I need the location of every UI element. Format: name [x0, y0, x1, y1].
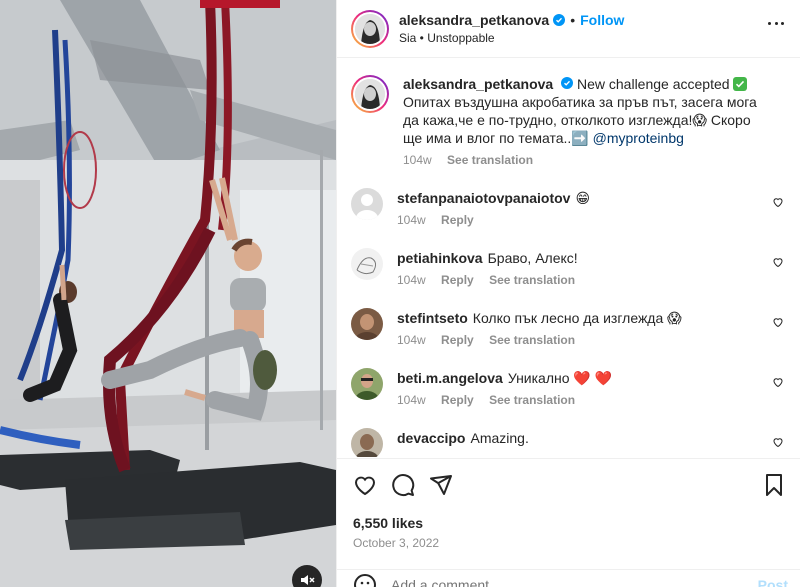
comment-username[interactable]: stefanpanaiotovpanaiotov [397, 190, 570, 206]
comment-age[interactable]: 104w [397, 213, 426, 227]
comments-list[interactable]: aleksandra_petkanova New challenge accep… [337, 59, 800, 457]
avatar[interactable] [351, 368, 383, 400]
see-translation-link[interactable]: See translation [489, 393, 575, 407]
author-username[interactable]: aleksandra_petkanova [399, 12, 549, 28]
see-translation-link[interactable]: See translation [489, 333, 575, 347]
comment-username[interactable]: beti.m.angelova [397, 370, 503, 386]
audio-artist[interactable]: Sia [399, 31, 416, 45]
avatar[interactable] [351, 428, 383, 457]
mute-button[interactable] [292, 565, 322, 587]
aerial-silks-photo [0, 0, 336, 587]
avatar[interactable] [351, 188, 383, 220]
comment-username[interactable]: petiahinkova [397, 250, 483, 266]
comment-username[interactable]: stefintseto [397, 310, 468, 326]
post-date[interactable]: October 3, 2022 [337, 536, 800, 550]
caption: aleksandra_petkanova New challenge accep… [351, 75, 784, 169]
comment-item: petiahinkova Браво, Алекс! 104w Reply See… [351, 248, 784, 289]
caption-age[interactable]: 104w [403, 153, 432, 167]
comment-text: 😁 [575, 190, 591, 206]
audio-info[interactable]: Sia • Unstoppable [399, 31, 624, 45]
like-comment-heart-icon[interactable] [772, 316, 784, 328]
comment-text: Amazing. [470, 430, 529, 446]
like-comment-heart-icon[interactable] [772, 196, 784, 208]
comment-icon[interactable] [391, 473, 415, 497]
reply-button[interactable]: Reply [441, 213, 474, 227]
caption-prefix: New challenge accepted [576, 76, 730, 92]
check-mark-icon [733, 77, 748, 91]
like-comment-heart-icon[interactable] [772, 376, 784, 388]
post-image[interactable] [0, 0, 336, 587]
caption-body: Опитах въздушна акробатика за пръв път, … [403, 94, 757, 146]
author-avatar[interactable] [351, 9, 389, 48]
comment-text: Браво, Алекс! [487, 250, 578, 266]
comment-item: stefanpanaiotovpanaiotov 😁 104w Reply [351, 188, 784, 229]
comment-age[interactable]: 104w [397, 333, 426, 347]
comment-age[interactable]: 104w [397, 273, 426, 287]
likes-count[interactable]: 6,550 likes [337, 515, 800, 531]
avatar[interactable] [351, 248, 383, 280]
post-comment-button[interactable]: Post [758, 577, 788, 587]
reply-button[interactable]: Reply [441, 333, 474, 347]
comment-item: stefintseto Колко пък лесно да изглежда 😱… [351, 308, 784, 349]
follow-button[interactable]: Follow [580, 12, 624, 28]
verified-icon [553, 14, 566, 26]
share-icon[interactable] [429, 473, 453, 497]
bookmark-icon[interactable] [762, 473, 786, 497]
post-header: aleksandra_petkanova • Follow Sia • Unst… [337, 0, 800, 58]
comment-item: beti.m.angelova Уникално ❤️ ❤️ 104w Reply… [351, 368, 784, 409]
reply-button[interactable]: Reply [441, 273, 474, 287]
separator-dot: • [570, 12, 576, 28]
avatar[interactable] [351, 308, 383, 340]
add-comment-bar: Post [337, 569, 800, 587]
reply-button[interactable]: Reply [441, 393, 474, 407]
caption-username[interactable]: aleksandra_petkanova [403, 76, 553, 92]
like-comment-heart-icon[interactable] [772, 436, 784, 448]
comment-text: Уникално ❤️ ❤️ [507, 370, 613, 386]
mention-link[interactable]: @myproteinbg [593, 130, 684, 146]
see-translation-link[interactable]: See translation [447, 153, 533, 167]
comment-username[interactable]: devaccipo [397, 430, 465, 446]
post-actions: 6,550 likes October 3, 2022 Post [337, 458, 800, 587]
post-panel: aleksandra_petkanova • Follow Sia • Unst… [336, 0, 800, 587]
comment-age[interactable]: 104w [397, 393, 426, 407]
more-icon[interactable] [768, 22, 784, 26]
verified-icon [561, 77, 574, 89]
like-comment-heart-icon[interactable] [772, 256, 784, 268]
heart-icon[interactable] [353, 473, 377, 497]
comment-item: devaccipo Amazing. [351, 428, 784, 457]
comment-input[interactable] [391, 576, 751, 587]
caption-avatar[interactable] [351, 75, 389, 113]
comment-text: Колко пък лесно да изглежда 😱 [472, 310, 682, 326]
audio-song[interactable]: Unstoppable [427, 31, 494, 45]
mute-icon [301, 575, 315, 585]
see-translation-link[interactable]: See translation [489, 273, 575, 287]
emoji-icon[interactable] [353, 573, 377, 587]
